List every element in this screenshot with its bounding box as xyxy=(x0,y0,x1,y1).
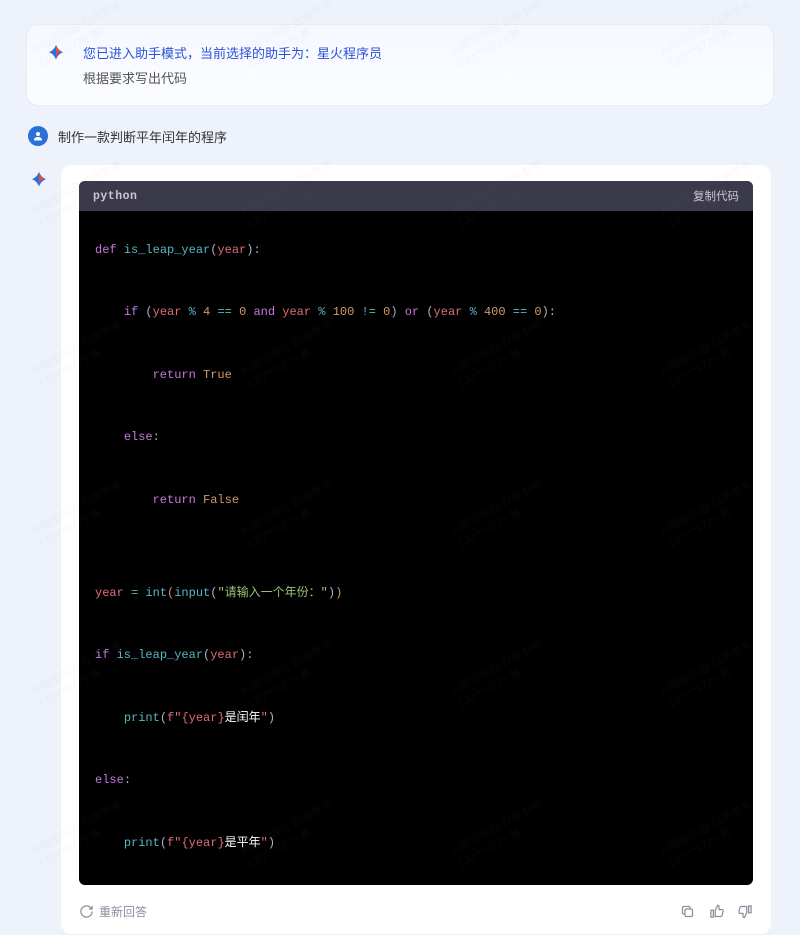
intro-desc-text: 根据要求写出代码 xyxy=(83,68,751,87)
user-message-row: 制作一款判断平年闰年的程序 xyxy=(28,126,772,146)
copy-code-button[interactable]: 复制代码 xyxy=(693,188,739,204)
thumbs-down-icon xyxy=(738,904,753,919)
spark-icon xyxy=(28,170,50,192)
copy-response-button[interactable] xyxy=(680,904,695,919)
thumbs-up-icon xyxy=(709,904,724,919)
user-avatar xyxy=(28,126,48,146)
thumbs-up-button[interactable] xyxy=(709,904,724,919)
code-block: python 复制代码 def is_leap_year(year): if (… xyxy=(79,181,753,885)
code-content[interactable]: def is_leap_year(year): if (year % 4 == … xyxy=(79,211,753,885)
ai-response-row: python 复制代码 def is_leap_year(year): if (… xyxy=(28,164,772,935)
refresh-icon xyxy=(79,904,94,919)
copy-icon xyxy=(680,904,695,919)
code-language-label: python xyxy=(93,190,137,203)
user-message-text: 制作一款判断平年闰年的程序 xyxy=(58,127,227,146)
regenerate-label: 重新回答 xyxy=(99,903,147,920)
intro-card: 您已进入助手模式，当前选择的助手为：星火程序员 根据要求写出代码 xyxy=(26,24,774,106)
intro-mode-text: 您已进入助手模式，当前选择的助手为：星火程序员 xyxy=(83,43,751,62)
spark-icon xyxy=(45,43,67,65)
code-header: python 复制代码 xyxy=(79,181,753,211)
thumbs-down-button[interactable] xyxy=(738,904,753,919)
regenerate-button[interactable]: 重新回答 xyxy=(79,903,147,920)
ai-response-body: python 复制代码 def is_leap_year(year): if (… xyxy=(60,164,772,935)
response-footer: 重新回答 xyxy=(79,903,753,920)
